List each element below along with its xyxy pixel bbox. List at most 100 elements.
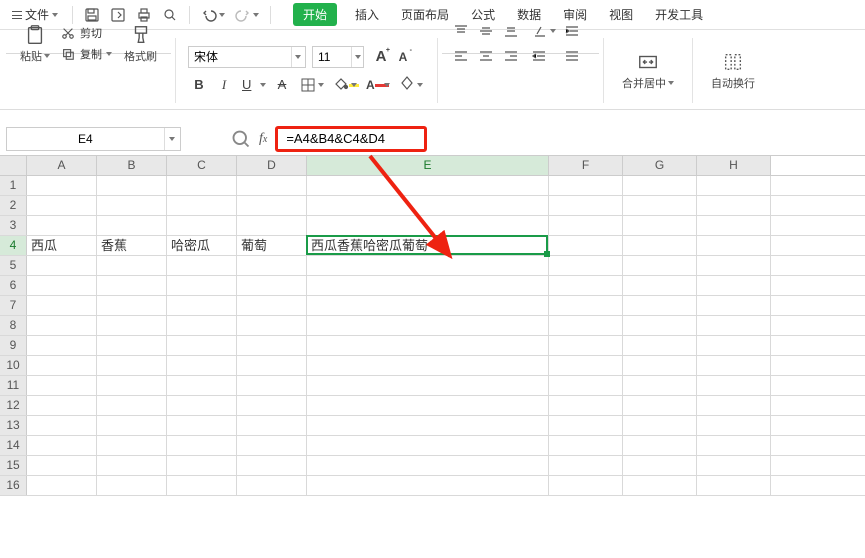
cell-E8[interactable]: [307, 316, 549, 335]
cell-D15[interactable]: [237, 456, 307, 475]
column-header-G[interactable]: G: [623, 156, 697, 175]
cell-B11[interactable]: [97, 376, 167, 395]
cell-G7[interactable]: [623, 296, 697, 315]
row-header-11[interactable]: 11: [0, 376, 27, 395]
cell-C5[interactable]: [167, 256, 237, 275]
cell-C9[interactable]: [167, 336, 237, 355]
row-header-8[interactable]: 8: [0, 316, 27, 335]
cell-A8[interactable]: [27, 316, 97, 335]
cell-B8[interactable]: [97, 316, 167, 335]
cell-D4[interactable]: 葡萄: [237, 236, 307, 255]
cell-style-button[interactable]: [395, 74, 425, 96]
cell-E5[interactable]: [307, 256, 549, 275]
row-header-9[interactable]: 9: [0, 336, 27, 355]
cell-E12[interactable]: [307, 396, 549, 415]
font-name-input[interactable]: [189, 47, 291, 67]
font-size-select[interactable]: [312, 46, 364, 68]
cell-C2[interactable]: [167, 196, 237, 215]
cell-H2[interactable]: [697, 196, 771, 215]
align-left-button[interactable]: [450, 45, 472, 67]
align-center-button[interactable]: [475, 45, 497, 67]
cell-A7[interactable]: [27, 296, 97, 315]
name-box-input[interactable]: [7, 132, 164, 146]
cell-C7[interactable]: [167, 296, 237, 315]
bold-button[interactable]: B: [188, 74, 210, 96]
cell-D3[interactable]: [237, 216, 307, 235]
cell-A3[interactable]: [27, 216, 97, 235]
cell-B3[interactable]: [97, 216, 167, 235]
cell-G4[interactable]: [623, 236, 697, 255]
cell-H10[interactable]: [697, 356, 771, 375]
cell-E2[interactable]: [307, 196, 549, 215]
cell-H3[interactable]: [697, 216, 771, 235]
cell-C8[interactable]: [167, 316, 237, 335]
cell-F9[interactable]: [549, 336, 623, 355]
cell-C6[interactable]: [167, 276, 237, 295]
cell-C12[interactable]: [167, 396, 237, 415]
cell-C13[interactable]: [167, 416, 237, 435]
cell-F10[interactable]: [549, 356, 623, 375]
cell-H7[interactable]: [697, 296, 771, 315]
align-right-button[interactable]: [500, 45, 522, 67]
tab-插入[interactable]: 插入: [351, 2, 383, 27]
cell-E4[interactable]: 西瓜香蕉哈密瓜葡萄: [307, 236, 549, 255]
cell-A16[interactable]: [27, 476, 97, 495]
tab-开始[interactable]: 开始: [293, 3, 337, 26]
row-header-2[interactable]: 2: [0, 196, 27, 215]
cell-E6[interactable]: [307, 276, 549, 295]
cell-C15[interactable]: [167, 456, 237, 475]
cell-A14[interactable]: [27, 436, 97, 455]
cell-C14[interactable]: [167, 436, 237, 455]
cell-A9[interactable]: [27, 336, 97, 355]
cell-G6[interactable]: [623, 276, 697, 295]
cell-D8[interactable]: [237, 316, 307, 335]
select-all-corner[interactable]: [0, 156, 27, 175]
cell-F11[interactable]: [549, 376, 623, 395]
cell-G3[interactable]: [623, 216, 697, 235]
cell-A1[interactable]: [27, 176, 97, 195]
cell-E9[interactable]: [307, 336, 549, 355]
cell-F15[interactable]: [549, 456, 623, 475]
row-header-6[interactable]: 6: [0, 276, 27, 295]
cell-E10[interactable]: [307, 356, 549, 375]
cell-G10[interactable]: [623, 356, 697, 375]
row-header-4[interactable]: 4: [0, 236, 27, 255]
row-header-14[interactable]: 14: [0, 436, 27, 455]
save-button[interactable]: [81, 4, 103, 26]
row-header-7[interactable]: 7: [0, 296, 27, 315]
cell-F5[interactable]: [549, 256, 623, 275]
cell-E14[interactable]: [307, 436, 549, 455]
column-header-C[interactable]: C: [167, 156, 237, 175]
column-header-F[interactable]: F: [549, 156, 623, 175]
spreadsheet-grid[interactable]: ABCDEFGH 1234西瓜香蕉哈密瓜葡萄西瓜香蕉哈密瓜葡萄567891011…: [0, 156, 865, 496]
tab-开发工具[interactable]: 开发工具: [651, 2, 707, 27]
cell-A6[interactable]: [27, 276, 97, 295]
wrap-text-button[interactable]: 自动换行: [705, 49, 761, 93]
row-header-13[interactable]: 13: [0, 416, 27, 435]
increase-indent-button[interactable]: [561, 20, 583, 42]
cell-B4[interactable]: 香蕉: [97, 236, 167, 255]
cell-H13[interactable]: [697, 416, 771, 435]
cell-D1[interactable]: [237, 176, 307, 195]
distribute-button[interactable]: [561, 45, 583, 67]
cell-F1[interactable]: [549, 176, 623, 195]
cell-B16[interactable]: [97, 476, 167, 495]
cell-G13[interactable]: [623, 416, 697, 435]
orientation-button[interactable]: [528, 20, 558, 42]
cell-E11[interactable]: [307, 376, 549, 395]
cell-C4[interactable]: 哈密瓜: [167, 236, 237, 255]
format-painter-button[interactable]: 格式刷: [118, 22, 163, 66]
cell-D16[interactable]: [237, 476, 307, 495]
cell-F4[interactable]: [549, 236, 623, 255]
cell-A5[interactable]: [27, 256, 97, 275]
cell-B6[interactable]: [97, 276, 167, 295]
cell-E15[interactable]: [307, 456, 549, 475]
cell-G1[interactable]: [623, 176, 697, 195]
cell-C3[interactable]: [167, 216, 237, 235]
cell-G9[interactable]: [623, 336, 697, 355]
redo-button[interactable]: [232, 4, 262, 26]
cell-B13[interactable]: [97, 416, 167, 435]
cell-A2[interactable]: [27, 196, 97, 215]
cell-F2[interactable]: [549, 196, 623, 215]
cell-D9[interactable]: [237, 336, 307, 355]
